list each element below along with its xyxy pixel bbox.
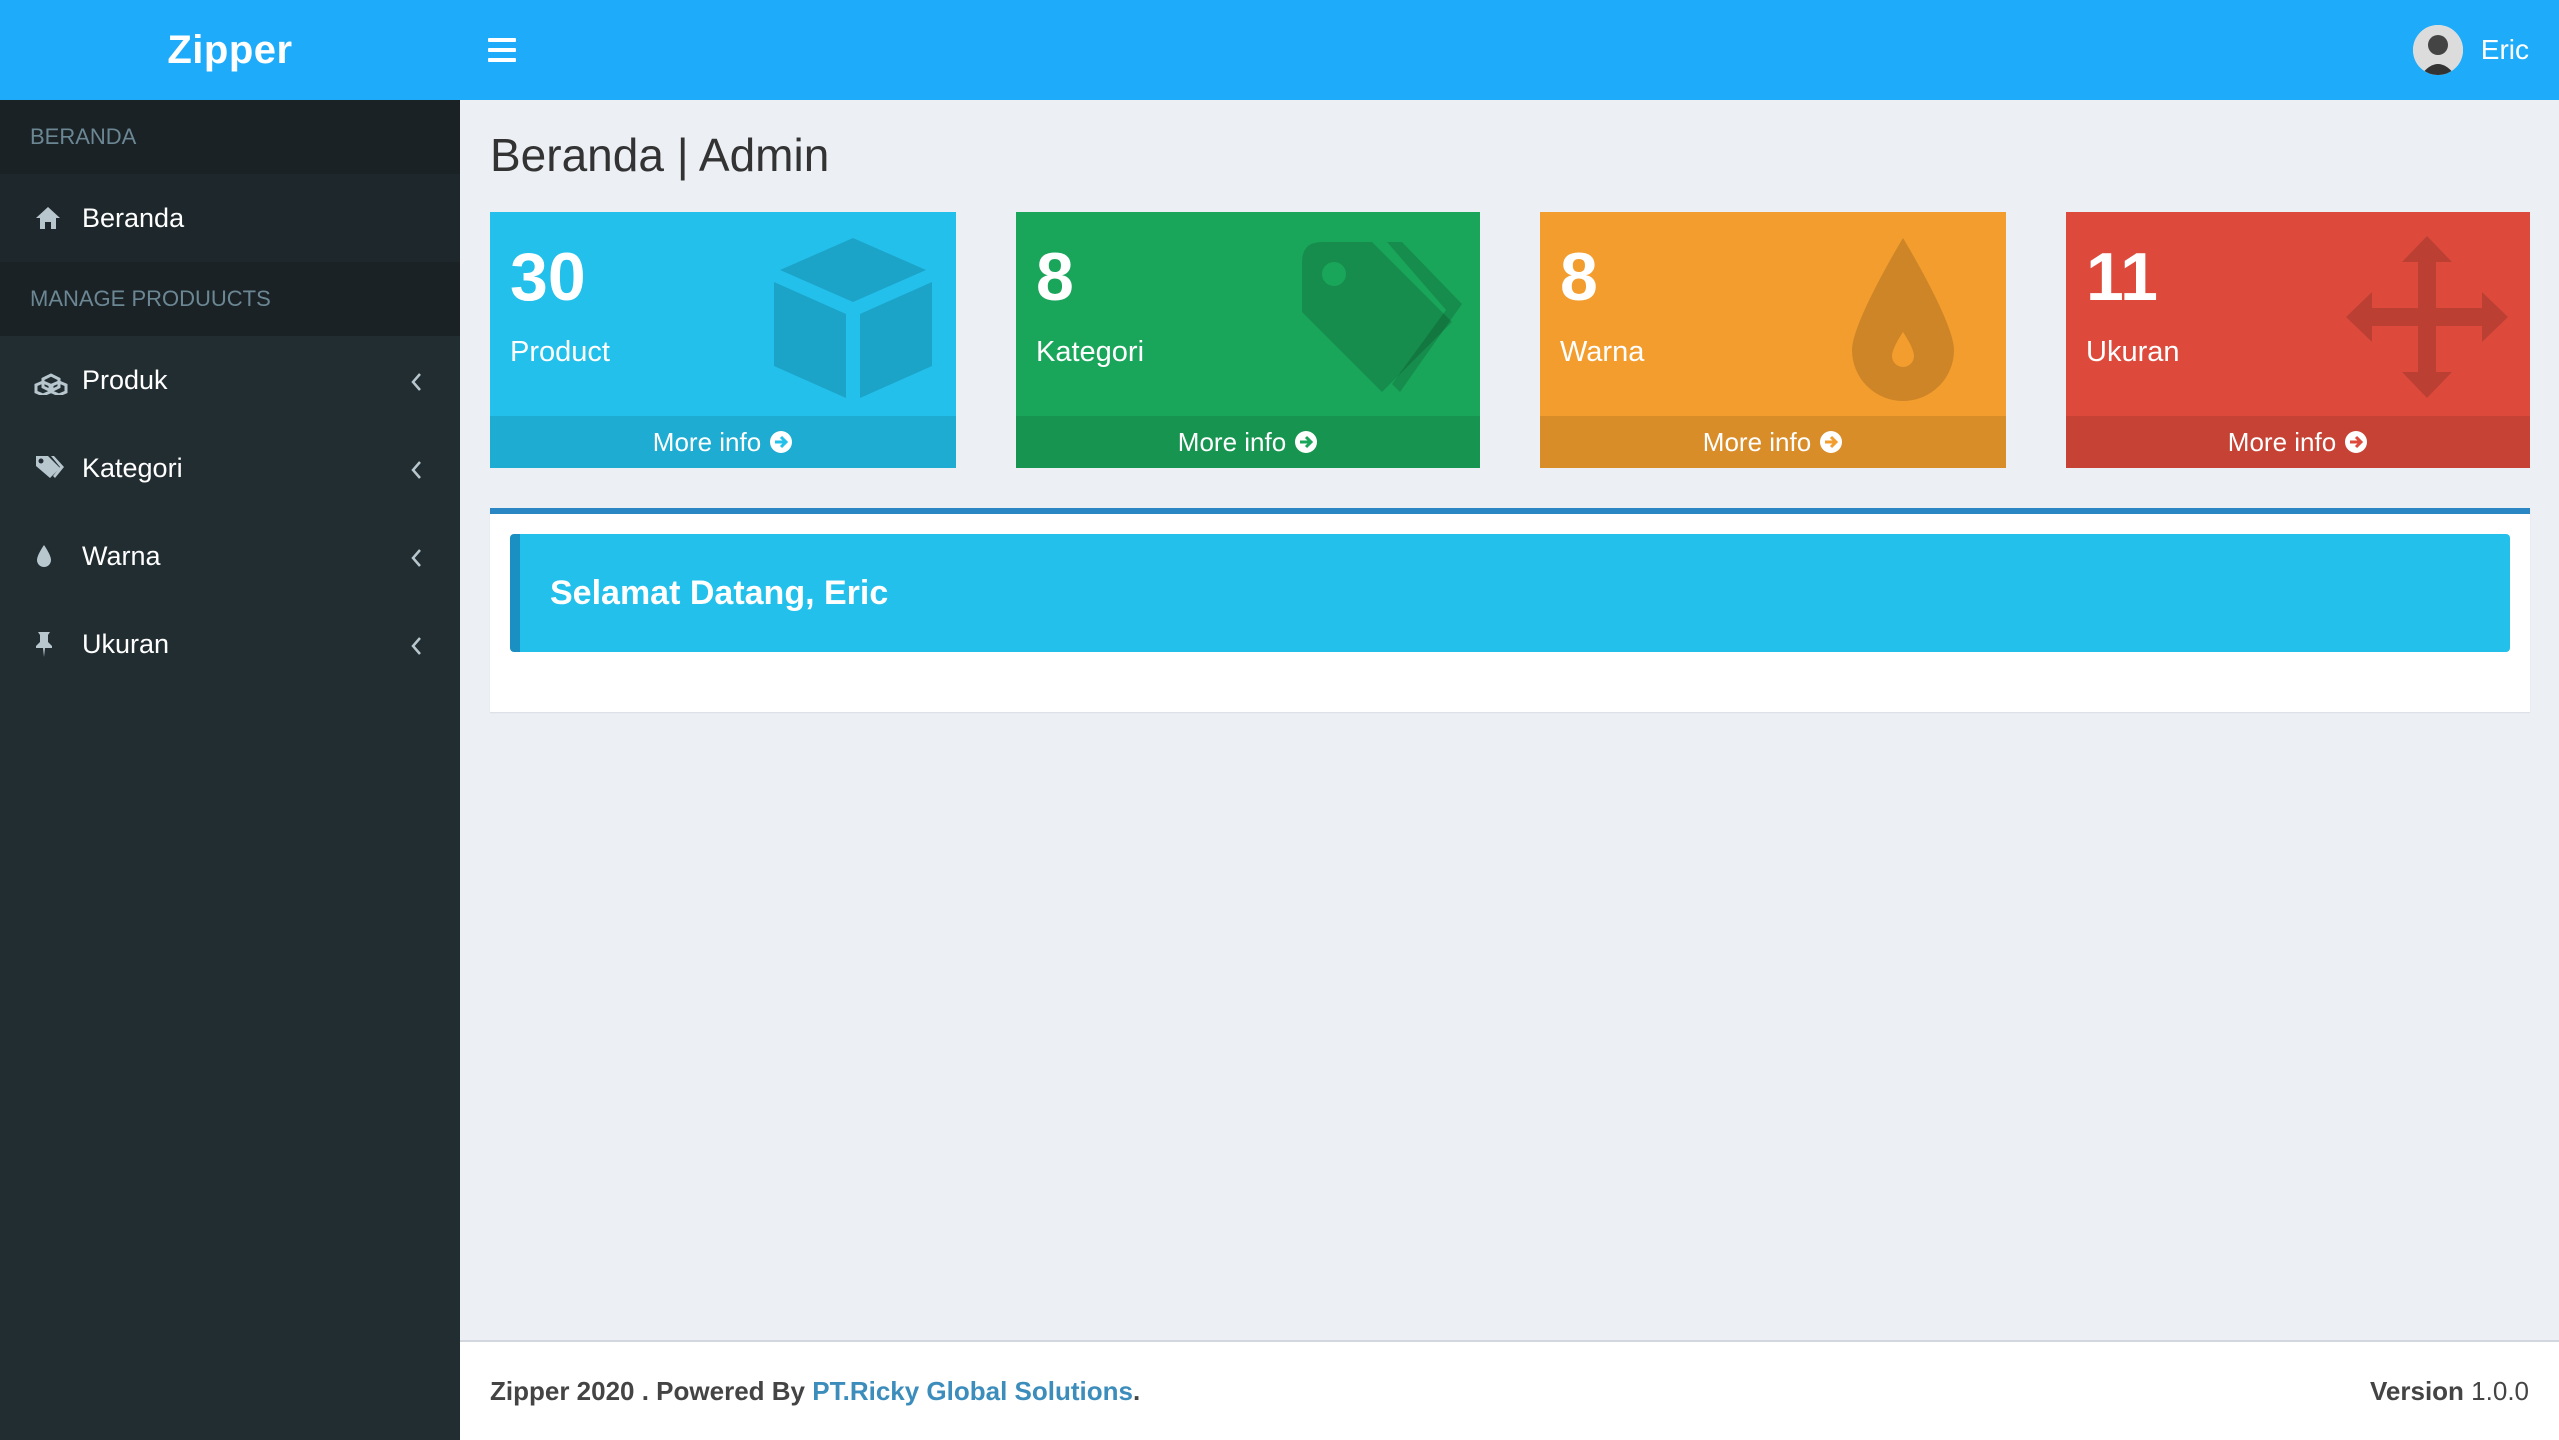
footer: Zipper 2020 . Powered By PT.Ricky Global…	[460, 1340, 2559, 1440]
stat-box-product: 30 Product More info	[490, 212, 956, 468]
chevron-left-icon	[410, 544, 422, 575]
more-info-link[interactable]: More info	[2066, 416, 2530, 468]
home-icon	[34, 202, 82, 234]
stat-box-kategori: 8 Kategori More info	[1016, 212, 1480, 468]
stat-label: Kategori	[1036, 336, 1145, 368]
more-info-link[interactable]: More info	[1540, 416, 2006, 468]
tint-icon	[34, 540, 82, 572]
stat-label: Product	[510, 336, 610, 368]
sidebar-item-ukuran[interactable]: Ukuran	[0, 600, 460, 688]
sidebar-item-label: Kategori	[82, 452, 183, 483]
footer-credits: Zipper 2020 . Powered By PT.Ricky Global…	[490, 1376, 1140, 1407]
app: Zipper Eric BERANDA Beranda MANAGE PRODU…	[0, 0, 2559, 1440]
more-info-label: More info	[1702, 426, 1812, 457]
thumb-tack-icon	[34, 628, 82, 660]
arrow-circle-right-icon	[1820, 431, 1843, 453]
chevron-left-icon	[410, 368, 422, 399]
main-content: Beranda | Admin 30 Product More info 8 K…	[460, 100, 2559, 1340]
top-navbar: Zipper Eric	[0, 0, 2559, 100]
stat-box-ukuran: 11 Ukuran More info	[2066, 212, 2530, 468]
version-label: Version	[2370, 1375, 2464, 1406]
footer-suffix: .	[1132, 1375, 1141, 1406]
arrow-circle-right-icon	[2345, 431, 2368, 453]
sidebar-item-label: Beranda	[82, 202, 185, 233]
stat-value: 8	[1560, 239, 1598, 315]
footer-version: Version 1.0.0	[2370, 1376, 2529, 1407]
sidebar-section-beranda: BERANDA	[0, 100, 460, 174]
sidebar-item-kategori[interactable]: Kategori	[0, 424, 460, 512]
tags-icon	[34, 452, 82, 484]
welcome-callout: Selamat Datang, Eric	[510, 534, 2510, 652]
sidebar-item-label: Produk	[82, 364, 168, 395]
more-info-label: More info	[652, 426, 762, 457]
more-info-link[interactable]: More info	[1016, 416, 1480, 468]
more-info-label: More info	[1177, 426, 1287, 457]
sidebar-section-manage: MANAGE PRODUUCTS	[0, 262, 460, 336]
arrow-circle-right-icon	[770, 431, 793, 453]
stat-value: 8	[1036, 239, 1074, 315]
sidebar: BERANDA Beranda MANAGE PRODUUCTS Produk	[0, 100, 460, 1440]
footer-prefix: Zipper 2020 . Powered By	[490, 1375, 806, 1406]
user-menu[interactable]: Eric	[2412, 24, 2529, 76]
stat-box-warna: 8 Warna More info	[1540, 212, 2006, 468]
sidebar-toggle-icon[interactable]	[488, 38, 516, 62]
stat-label: Ukuran	[2086, 336, 2180, 368]
sidebar-item-label: Ukuran	[82, 628, 170, 659]
arrows-icon	[2346, 236, 2508, 398]
cubes-icon	[34, 364, 82, 396]
chevron-left-icon	[410, 456, 422, 487]
sidebar-item-label: Warna	[82, 540, 161, 571]
stat-label: Warna	[1560, 336, 1645, 368]
user-name: Eric	[2480, 34, 2529, 65]
user-avatar	[2412, 25, 2463, 75]
more-info-label: More info	[2227, 426, 2337, 457]
sidebar-item-produk[interactable]: Produk	[0, 336, 460, 424]
stat-value: 30	[510, 239, 586, 315]
page-title: Beranda | Admin	[490, 129, 830, 181]
sidebar-item-warna[interactable]: Warna	[0, 512, 460, 600]
tint-icon	[1852, 238, 1954, 401]
welcome-panel: Selamat Datang, Eric	[490, 508, 2530, 712]
sidebar-item-beranda[interactable]: Beranda	[0, 174, 460, 262]
version-number: 1.0.0	[2471, 1375, 2529, 1406]
tags-icon	[1302, 242, 1462, 392]
arrow-circle-right-icon	[1295, 431, 1318, 453]
more-info-link[interactable]: More info	[490, 416, 956, 468]
footer-company-link[interactable]: PT.Ricky Global Solutions	[812, 1376, 1133, 1406]
cube-icon	[774, 238, 932, 398]
stat-value: 11	[2086, 239, 2158, 315]
chevron-left-icon	[410, 632, 422, 663]
app-logo[interactable]: Zipper	[0, 0, 460, 100]
